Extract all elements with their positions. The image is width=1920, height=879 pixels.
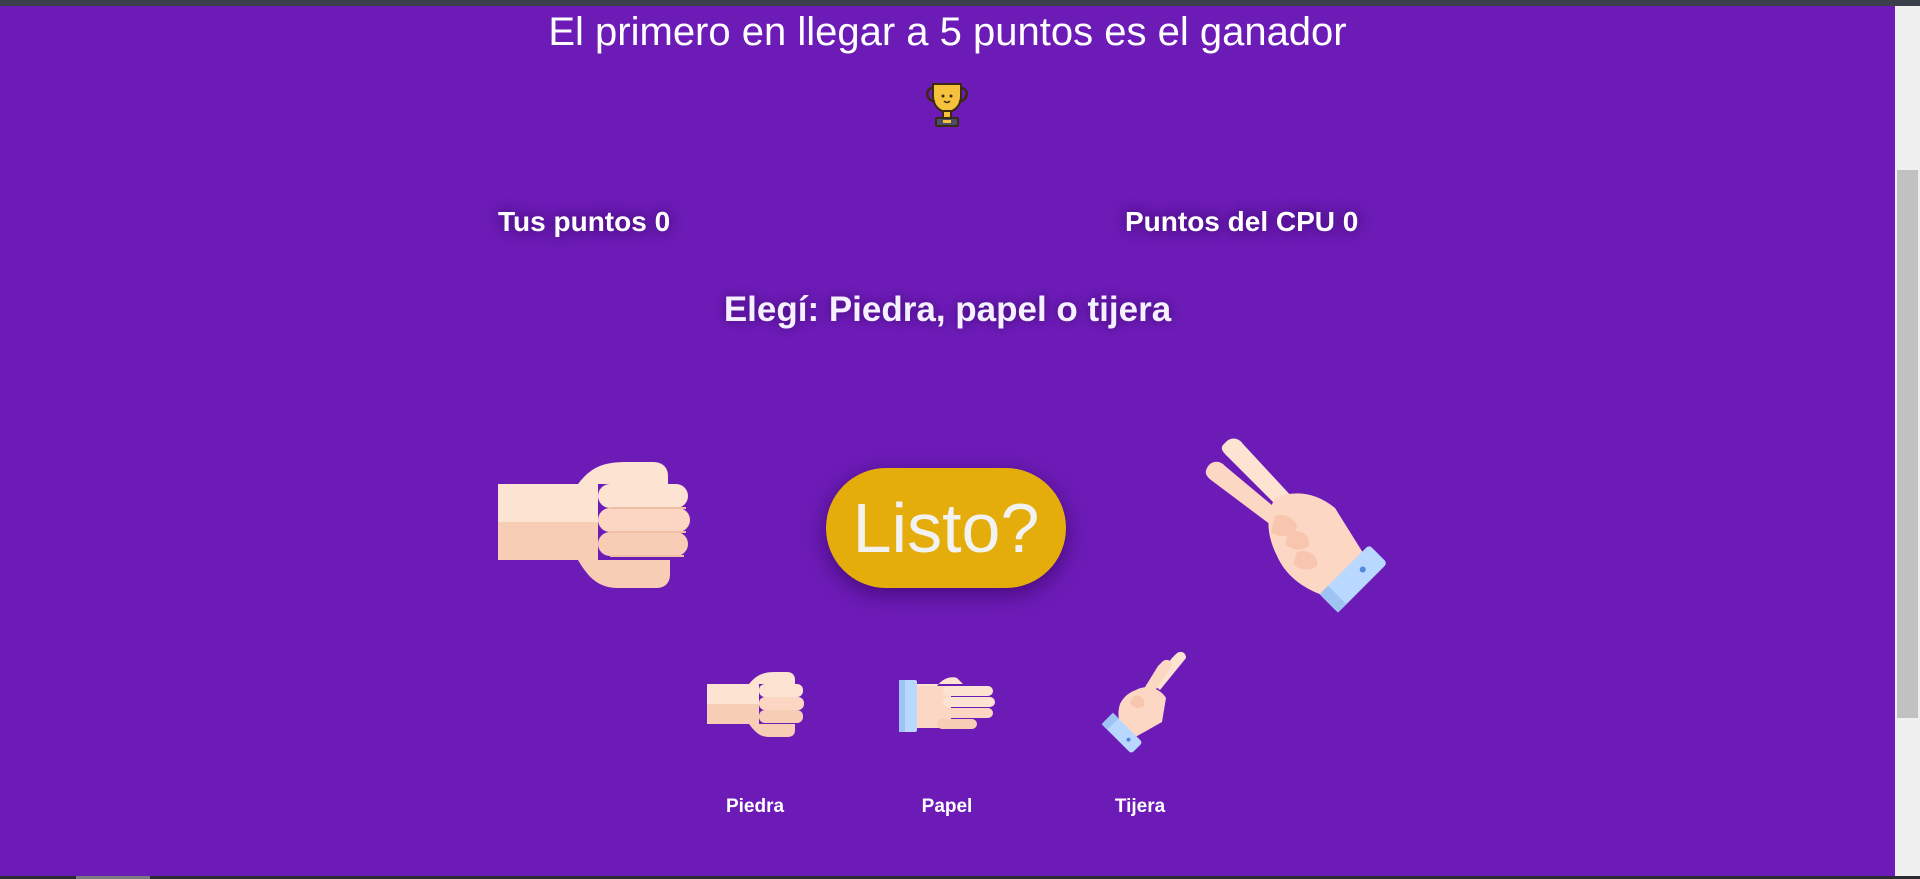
scissors-hand-icon: [1101, 651, 1186, 753]
fist-hand-icon: [498, 462, 698, 592]
ready-button[interactable]: Listo?: [826, 468, 1066, 588]
choice-tijera[interactable]: Tijera: [1075, 651, 1205, 822]
paper-hand-icon: [899, 677, 995, 732]
user-score: Tus puntos 0: [498, 206, 671, 237]
rock-hand-icon: [707, 672, 804, 737]
choice-papel[interactable]: Papel: [882, 672, 1012, 822]
game-title: El primero en llegar a 5 puntos es el ga…: [548, 10, 1347, 54]
choice-label-papel: Papel: [921, 796, 973, 817]
choice-prompt: Elegí: Piedra, papel o tijera: [723, 290, 1172, 329]
choice-label-piedra: Piedra: [725, 796, 785, 817]
choice-piedra[interactable]: Piedra: [690, 672, 820, 822]
scrollbar-thumb[interactable]: [1897, 170, 1918, 718]
trophy-icon: [921, 78, 973, 130]
choice-label-tijera: Tijera: [1114, 796, 1166, 817]
scissors-hand-icon: [1205, 428, 1390, 628]
cpu-score: Puntos del CPU 0: [1125, 206, 1359, 237]
